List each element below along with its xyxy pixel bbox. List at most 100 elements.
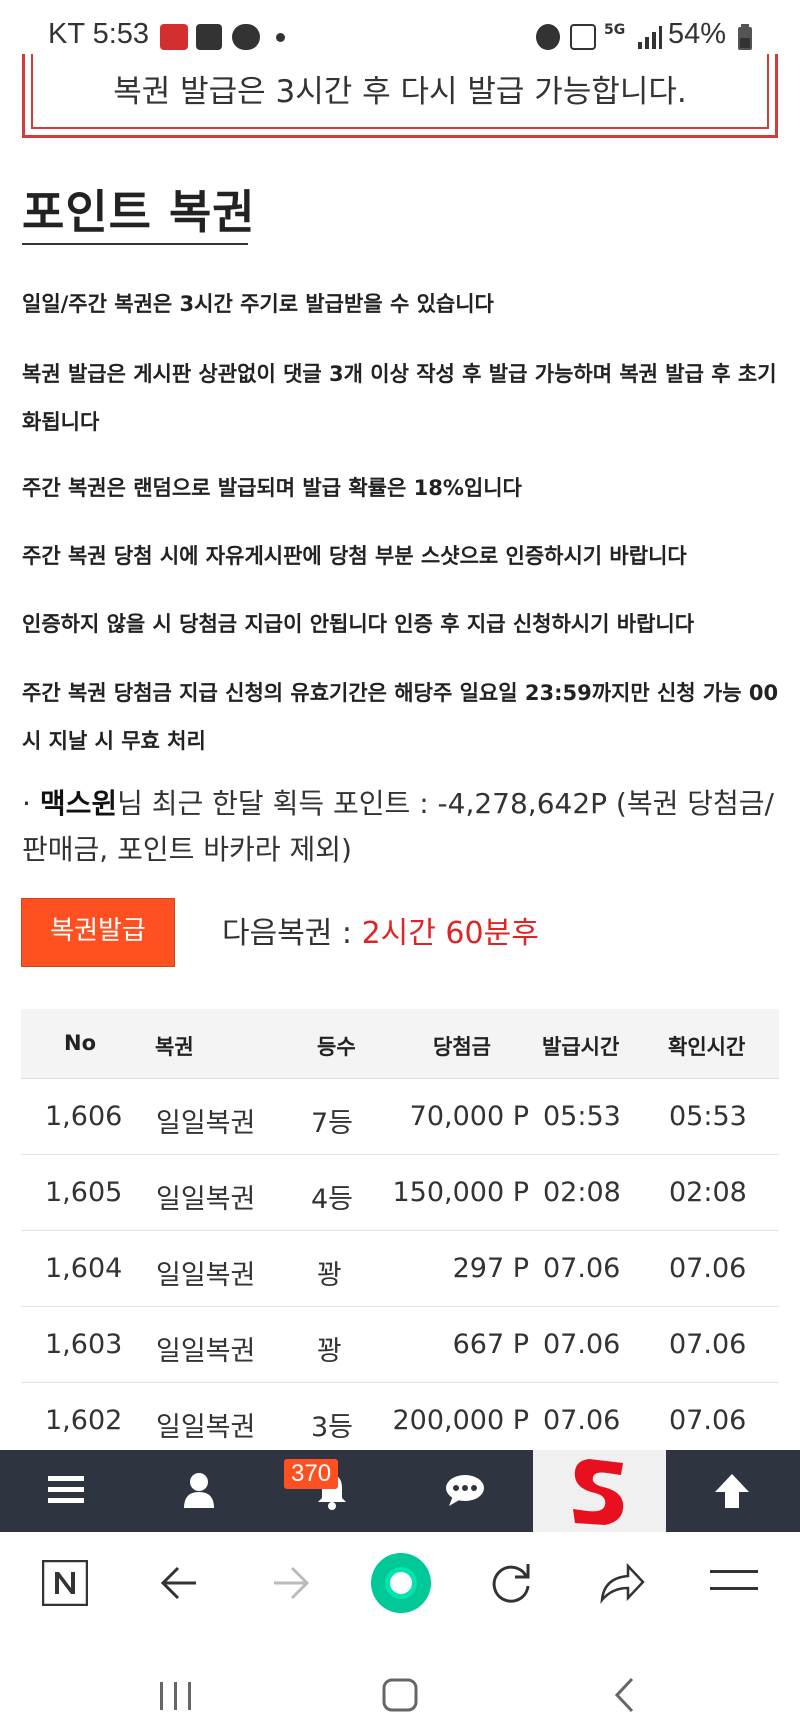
cell-rank: 4등 bbox=[311, 1184, 354, 1215]
next-lottery-label: 다음복권 : bbox=[222, 916, 362, 951]
next-lottery: 다음복권 : 2시간 60분후 bbox=[222, 908, 539, 952]
alarm-icon bbox=[536, 24, 560, 50]
cell-no: 1,603 bbox=[45, 1329, 123, 1360]
back-button[interactable] bbox=[158, 1562, 200, 1608]
title-underline bbox=[22, 243, 248, 245]
home-button[interactable] bbox=[370, 1552, 432, 1618]
recent-apps-button[interactable] bbox=[158, 1680, 194, 1714]
rule-item: 주간 복권 당첨 시에 자유게시판에 당첨 부분 스샷으로 인증하시기 바랍니다 bbox=[22, 544, 687, 568]
cell-prize: 70,000 P bbox=[409, 1101, 529, 1132]
battery-icon bbox=[738, 24, 752, 54]
carrier-time: KT 5:53 bbox=[48, 18, 150, 50]
weather-icon bbox=[232, 24, 260, 50]
cell-issued: 05:53 bbox=[543, 1101, 621, 1132]
table-header: No 복권 등수 당첨금 발급시간 확인시간 bbox=[21, 1009, 779, 1079]
header-checked-time: 확인시간 bbox=[668, 1035, 746, 1059]
share-icon bbox=[600, 1562, 645, 1604]
notification-count-badge: 370 bbox=[284, 1459, 339, 1489]
rule-item: 주간 복권 당첨금 지급 신청의 유효기간은 해당주 일요일 23:59까지만 … bbox=[22, 681, 779, 753]
user-name: 맥스윈 bbox=[39, 787, 118, 820]
header-no: No bbox=[64, 1031, 97, 1055]
home-nav-button[interactable] bbox=[382, 1678, 418, 1716]
signal-icon bbox=[636, 24, 662, 54]
user-icon bbox=[184, 1473, 214, 1508]
cell-checked: 05:53 bbox=[669, 1101, 747, 1132]
table-row[interactable]: 1,604 일일복권 꽝 297 P 07.06 07.06 bbox=[21, 1231, 779, 1307]
home-nav-icon bbox=[382, 1678, 418, 1712]
header-issued-time: 발급시간 bbox=[542, 1035, 620, 1059]
cell-checked: 07.06 bbox=[669, 1329, 747, 1360]
gallery-icon bbox=[196, 24, 222, 50]
rule-item: 복권 발급은 게시판 상관없이 댓글 3개 이상 작성 후 발급 가능하며 복권… bbox=[22, 362, 777, 434]
cell-rank: 꽝 bbox=[317, 1260, 342, 1291]
bullet: · bbox=[22, 787, 31, 820]
browser-menu-button[interactable] bbox=[710, 1566, 758, 1600]
cell-rank: 3등 bbox=[311, 1412, 354, 1443]
site-logo-button[interactable] bbox=[533, 1450, 666, 1532]
cell-checked: 02:08 bbox=[669, 1177, 747, 1208]
back-nav-icon bbox=[614, 1677, 634, 1713]
rule-item: 주간 복권은 랜덤으로 발급되며 발급 확률은 18%입니다 bbox=[22, 476, 522, 500]
system-nav-bar bbox=[0, 1642, 800, 1734]
cell-lottery: 일일복권 bbox=[156, 1108, 256, 1139]
menu-icon bbox=[710, 1570, 758, 1590]
share-button[interactable] bbox=[598, 1560, 646, 1610]
site-bottom-nav bbox=[0, 1450, 800, 1532]
menu-button[interactable] bbox=[0, 1450, 133, 1532]
dot-icon bbox=[276, 33, 285, 42]
lottery-history-table: No 복권 등수 당첨금 발급시간 확인시간 1,606 일일복권 7등 70,… bbox=[21, 1009, 779, 1459]
battery-percent: 54% bbox=[668, 18, 727, 50]
page-title: 포인트 복권 bbox=[22, 185, 256, 239]
forward-button[interactable] bbox=[270, 1562, 312, 1608]
header-lottery: 복권 bbox=[155, 1035, 194, 1059]
menu-icon bbox=[48, 1476, 84, 1503]
cell-lottery: 일일복권 bbox=[156, 1412, 256, 1443]
next-lottery-value: 2시간 60분후 bbox=[361, 916, 539, 951]
cell-issued: 07.06 bbox=[543, 1329, 621, 1360]
cell-no: 1,605 bbox=[45, 1177, 123, 1208]
notice-text: 복권 발급은 3시간 후 다시 발급 가능합니다. bbox=[113, 74, 687, 110]
table-row[interactable]: 1,603 일일복권 꽝 667 P 07.06 07.06 bbox=[21, 1307, 779, 1383]
back-icon bbox=[160, 1566, 196, 1600]
cell-issued: 07.06 bbox=[543, 1253, 621, 1284]
bank-app-icon bbox=[160, 24, 188, 50]
table-row[interactable]: 1,602 일일복권 3등 200,000 P 07.06 07.06 bbox=[21, 1383, 779, 1459]
cell-lottery: 일일복권 bbox=[156, 1336, 256, 1367]
back-nav-button[interactable] bbox=[612, 1676, 636, 1718]
cell-prize: 200,000 P bbox=[392, 1405, 529, 1436]
rule-item: 일일/주간 복권은 3시간 주기로 발급받을 수 있습니다 bbox=[22, 292, 494, 316]
cell-prize: 297 P bbox=[452, 1253, 529, 1284]
table-row[interactable]: 1,605 일일복권 4등 150,000 P 02:08 02:08 bbox=[21, 1155, 779, 1231]
refresh-button[interactable] bbox=[488, 1560, 534, 1610]
home-icon bbox=[371, 1553, 431, 1613]
cell-prize: 150,000 P bbox=[392, 1177, 529, 1208]
naver-button[interactable] bbox=[41, 1559, 89, 1607]
cell-issued: 02:08 bbox=[543, 1177, 621, 1208]
issue-lottery-button[interactable]: 복권발급 bbox=[21, 898, 175, 967]
user-points-text: 님 최근 한달 획득 포인트 : -4,278,642P (복권 당첨금/판매금… bbox=[22, 787, 774, 866]
recent-apps-icon bbox=[160, 1682, 191, 1710]
naver-icon bbox=[41, 1559, 89, 1607]
chat-icon bbox=[446, 1475, 484, 1506]
cell-issued: 07.06 bbox=[543, 1405, 621, 1436]
notice-box: 복권 발급은 3시간 후 다시 발급 가능합니다. bbox=[22, 54, 778, 138]
browser-toolbar bbox=[0, 1532, 800, 1642]
network-type: 5G bbox=[604, 22, 626, 38]
cell-prize: 667 P bbox=[452, 1329, 529, 1360]
user-button[interactable] bbox=[133, 1450, 266, 1532]
table-row[interactable]: 1,606 일일복권 7등 70,000 P 05:53 05:53 bbox=[21, 1079, 779, 1155]
cell-no: 1,606 bbox=[45, 1101, 123, 1132]
forward-icon bbox=[274, 1566, 310, 1600]
scroll-top-button[interactable] bbox=[666, 1450, 799, 1532]
cell-checked: 07.06 bbox=[669, 1405, 747, 1436]
hd-icon bbox=[570, 24, 596, 50]
arrow-up-icon bbox=[715, 1474, 749, 1508]
header-rank: 등수 bbox=[317, 1035, 356, 1059]
site-logo bbox=[573, 1459, 624, 1525]
rule-item: 인증하지 않을 시 당첨금 지급이 안됩니다 인증 후 지급 신청하시기 바랍니… bbox=[22, 612, 695, 636]
cell-rank: 7등 bbox=[311, 1108, 354, 1139]
cell-lottery: 일일복권 bbox=[156, 1260, 256, 1291]
chat-button[interactable] bbox=[399, 1450, 532, 1532]
cell-no: 1,604 bbox=[45, 1253, 123, 1284]
header-prize: 당첨금 bbox=[433, 1035, 491, 1059]
